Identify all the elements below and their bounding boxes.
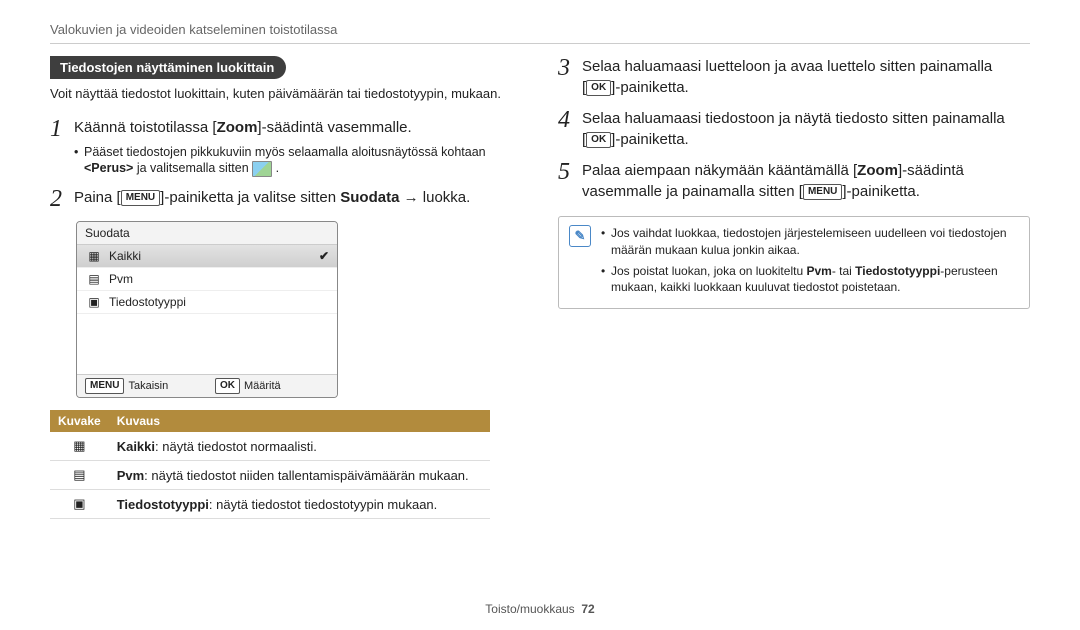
menu-item-date[interactable]: ▤ Pvm	[77, 268, 337, 291]
menu-item-all[interactable]: ▦ Kaikki ✔	[77, 245, 337, 268]
menu-key-icon: MENU	[85, 378, 124, 394]
step-number-2: 2	[50, 187, 74, 211]
calendar-icon: ▤	[73, 467, 85, 482]
step-1: 1 Käännä toistotilassa [Zoom]-säädintä v…	[50, 117, 522, 178]
menu-footer: MENU Takaisin OK Määritä	[77, 374, 337, 397]
note-box: ✎ Jos vaihdat luokkaa, tiedostojen järje…	[558, 216, 1030, 309]
ok-key-icon: OK	[215, 378, 240, 394]
step-number-5: 5	[558, 160, 582, 202]
step-4: 4 Selaa haluamaasi tiedostoon ja näytä t…	[558, 108, 1030, 150]
section-title: Tiedostojen näyttäminen luokittain	[50, 56, 286, 79]
all-icon: ▦	[73, 438, 85, 453]
table-header-desc: Kuvaus	[109, 410, 490, 432]
table-row: ▤ Pvm: näytä tiedostot niiden tallentami…	[50, 461, 490, 490]
right-column: 3 Selaa haluamaasi luetteloon ja avaa lu…	[558, 56, 1030, 519]
ok-key-icon: OK	[586, 80, 611, 96]
check-icon: ✔	[319, 249, 329, 263]
page-header: Valokuvien ja videoiden katseleminen toi…	[50, 22, 1030, 44]
all-icon: ▦	[85, 249, 103, 263]
step-3: 3 Selaa haluamaasi luetteloon ja avaa lu…	[558, 56, 1030, 98]
left-column: Tiedostojen näyttäminen luokittain Voit …	[50, 56, 522, 519]
step-2: 2 Paina [MENU]-painiketta ja valitse sit…	[50, 187, 522, 211]
filetype-icon: ▣	[85, 295, 103, 309]
step-number-3: 3	[558, 56, 582, 98]
step-1-sub: Pääset tiedostojen pikkukuviin myös sela…	[74, 144, 522, 178]
note-icon: ✎	[569, 225, 591, 247]
icon-table: Kuvake Kuvaus ▦ Kaikki: näytä tiedostot …	[50, 410, 490, 519]
step-5: 5 Palaa aiempaan näkymään kääntämällä [Z…	[558, 160, 1030, 202]
intro-text: Voit näyttää tiedostot luokittain, kuten…	[50, 85, 522, 103]
note-item: Jos poistat luokan, joka on luokiteltu P…	[601, 263, 1019, 297]
page-footer: Toisto/muokkaus 72	[0, 602, 1080, 616]
filetype-icon: ▣	[73, 496, 85, 511]
menu-key-icon: MENU	[121, 190, 160, 206]
menu-title: Suodata	[77, 222, 337, 245]
calendar-icon: ▤	[85, 272, 103, 286]
menu-key-icon: MENU	[803, 184, 842, 200]
menu-preview: Suodata ▦ Kaikki ✔ ▤ Pvm ▣ Tiedostotyypp…	[76, 221, 338, 398]
step-number-1: 1	[50, 117, 74, 178]
table-row: ▣ Tiedostotyyppi: näytä tiedostot tiedos…	[50, 490, 490, 519]
table-header-icon: Kuvake	[50, 410, 109, 432]
ok-key-icon: OK	[586, 132, 611, 148]
step-number-4: 4	[558, 108, 582, 150]
note-item: Jos vaihdat luokkaa, tiedostojen järjest…	[601, 225, 1019, 259]
menu-item-filetype[interactable]: ▣ Tiedostotyyppi	[77, 291, 337, 314]
table-row: ▦ Kaikki: näytä tiedostot normaalisti.	[50, 432, 490, 461]
thumbnail-icon	[252, 161, 272, 177]
